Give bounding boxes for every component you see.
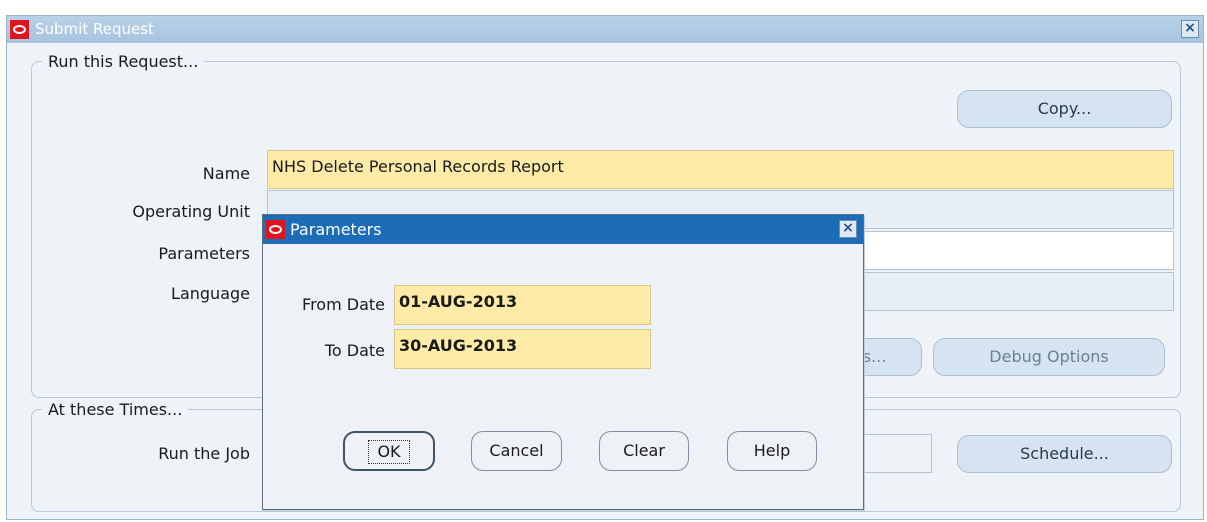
run-request-legend: Run this Request...	[48, 52, 199, 71]
copy-button-label: Copy...	[1037, 99, 1092, 118]
window-close-icon[interactable]: ×	[1181, 20, 1199, 38]
debug-options-button-label: Debug Options	[989, 347, 1109, 366]
help-button[interactable]: Help	[727, 431, 817, 471]
to-date-label: To Date	[324, 341, 385, 360]
to-date-field[interactable]: 30-AUG-2013	[394, 329, 651, 369]
operating-unit-label: Operating Unit	[132, 202, 250, 221]
run-job-field[interactable]	[857, 434, 932, 473]
options-button-label: s...	[862, 347, 887, 366]
name-label: Name	[202, 164, 250, 183]
parameters-dialog: Parameters × From Date 01-AUG-2013 To Da…	[262, 214, 864, 510]
copy-button[interactable]: Copy...	[957, 90, 1172, 128]
oracle-logo-icon	[10, 20, 29, 39]
schedule-button[interactable]: Schedule...	[957, 435, 1172, 473]
parameters-label: Parameters	[158, 244, 250, 263]
schedule-button-label: Schedule...	[1020, 444, 1109, 463]
from-date-field[interactable]: 01-AUG-2013	[394, 285, 651, 325]
times-legend: At these Times...	[48, 400, 183, 419]
parameters-dialog-title: Parameters	[290, 220, 382, 239]
cancel-button[interactable]: Cancel	[471, 431, 562, 471]
window-title: Submit Request	[35, 20, 154, 38]
from-date-label: From Date	[302, 295, 385, 314]
oracle-logo-icon	[266, 220, 285, 239]
run-job-label: Run the Job	[158, 444, 250, 463]
help-button-label: Help	[753, 441, 791, 460]
clear-button[interactable]: Clear	[599, 431, 689, 471]
name-field[interactable]: NHS Delete Personal Records Report	[267, 150, 1174, 189]
ok-button-label: OK	[368, 440, 410, 464]
language-label: Language	[171, 284, 250, 303]
debug-options-button[interactable]: Debug Options	[933, 338, 1165, 376]
cancel-button-label: Cancel	[489, 441, 544, 460]
clear-button-label: Clear	[623, 441, 665, 460]
parameters-dialog-titlebar: Parameters ×	[263, 215, 863, 244]
ok-button[interactable]: OK	[343, 431, 435, 471]
window-titlebar: Submit Request ×	[7, 16, 1203, 43]
dialog-close-icon[interactable]: ×	[839, 220, 857, 238]
